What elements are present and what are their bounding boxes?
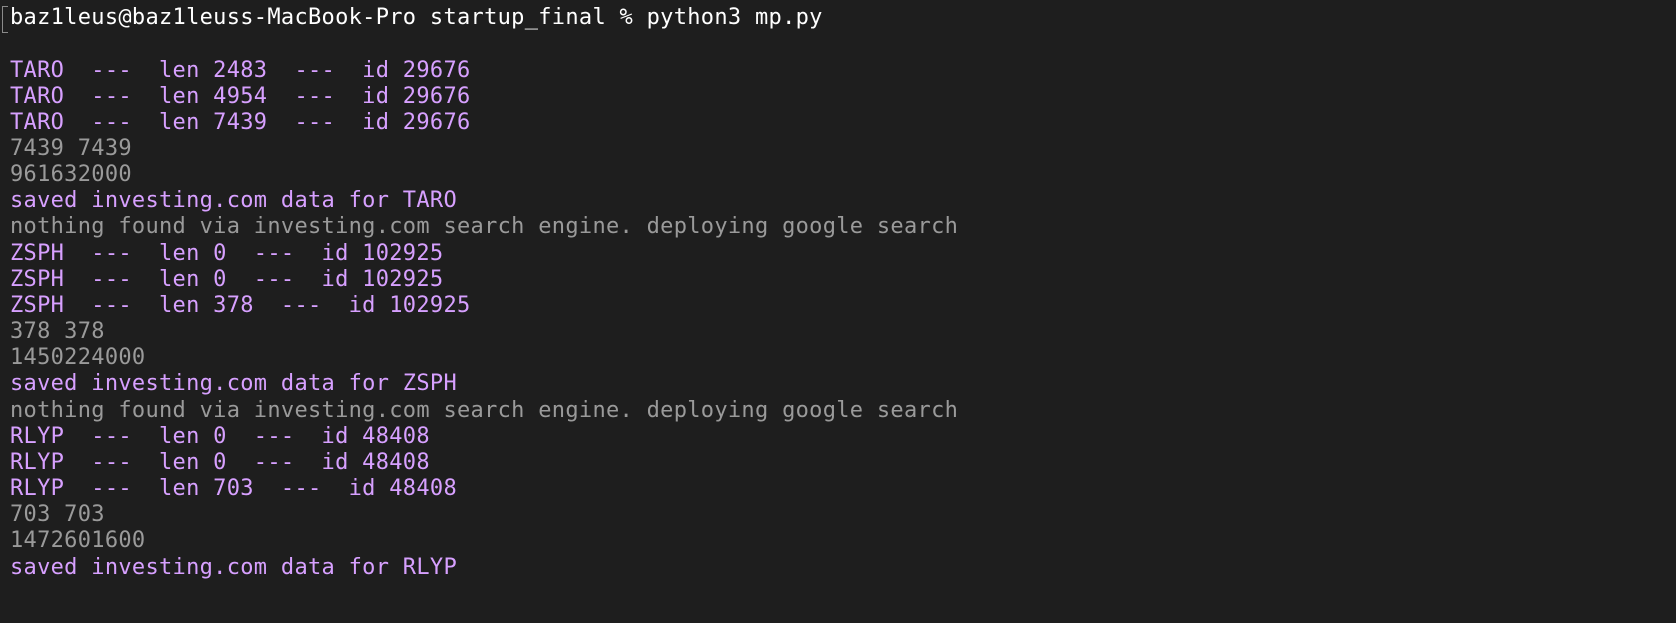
output-line: 1472601600 [10, 528, 146, 553]
output-line: ZSPH --- len 378 --- id 102925 [10, 293, 471, 318]
prompt-line: baz1leus@baz1leuss-MacBook-Pro startup_f… [10, 5, 823, 30]
output-line: nothing found via investing.com search e… [10, 214, 959, 239]
output-line: RLYP --- len 0 --- id 48408 [10, 450, 430, 475]
output-line: nothing found via investing.com search e… [10, 398, 959, 423]
output-line: RLYP --- len 0 --- id 48408 [10, 424, 430, 449]
output-line: saved investing.com data for ZSPH [10, 371, 457, 396]
output-line: 703 703 [10, 502, 105, 527]
terminal-window[interactable]: baz1leus@baz1leuss-MacBook-Pro startup_f… [0, 0, 1676, 623]
output-line: TARO --- len 2483 --- id 29676 [10, 58, 471, 83]
output-line: ZSPH --- len 0 --- id 102925 [10, 267, 444, 292]
output-line: 1450224000 [10, 345, 146, 370]
output-line: TARO --- len 7439 --- id 29676 [10, 110, 471, 135]
output-line: ZSPH --- len 0 --- id 102925 [10, 241, 444, 266]
output-line: 961632000 [10, 162, 132, 187]
output-line: 7439 7439 [10, 136, 132, 161]
output-line: TARO --- len 4954 --- id 29676 [10, 84, 471, 109]
output-line: 378 378 [10, 319, 105, 344]
mark-bracket [2, 6, 8, 33]
output-line: RLYP --- len 703 --- id 48408 [10, 476, 457, 501]
output-line: saved investing.com data for RLYP [10, 555, 457, 580]
output-line: saved investing.com data for TARO [10, 188, 457, 213]
